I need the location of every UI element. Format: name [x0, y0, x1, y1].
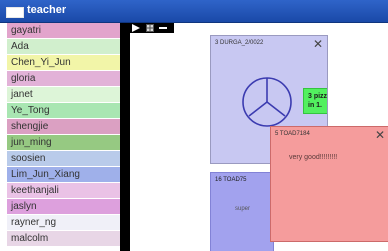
note-header: 5 TOAD7184 — [275, 131, 310, 137]
student-name[interactable]: Lim_Jun_Xiang — [7, 167, 120, 183]
minimize-icon[interactable] — [159, 24, 167, 32]
note-body: super — [235, 206, 251, 212]
student-name[interactable]: gloria — [7, 71, 120, 87]
student-name[interactable]: Chen_Yi_Jun — [7, 55, 120, 71]
workspace-toolbar — [129, 23, 174, 33]
window-icon — [6, 7, 24, 18]
student-name[interactable]: soosien — [7, 151, 120, 167]
note-card-pink[interactable]: 5 TOAD7184 ✕ very good!!!!!!!!! — [270, 126, 388, 242]
student-name[interactable]: jaslyn — [7, 199, 120, 215]
student-name[interactable]: janet — [7, 87, 120, 103]
title-bar[interactable]: teacher — [0, 0, 388, 23]
student-name[interactable]: Ada — [7, 39, 120, 55]
close-icon[interactable]: ✕ — [375, 129, 385, 141]
student-name[interactable]: malcolm — [7, 231, 120, 247]
window-title: teacher — [27, 4, 67, 16]
app-window: teacher gayatri Ada Chen_Yi_Jun gloria j… — [0, 0, 388, 251]
note-label: 3 pizzas in 1. — [303, 88, 327, 114]
pointer-arrow-icon[interactable] — [132, 24, 140, 32]
student-name[interactable]: jun_ming — [7, 135, 120, 151]
note-card-blue[interactable]: 16 TOAD75 super — [210, 172, 274, 251]
student-name[interactable]: shengjie — [7, 119, 120, 135]
student-list[interactable]: gayatri Ada Chen_Yi_Jun gloria janet Ye_… — [7, 23, 121, 251]
student-name[interactable]: gayatri — [7, 23, 120, 39]
student-name[interactable]: rayner_ng — [7, 215, 120, 231]
close-icon[interactable]: ✕ — [313, 38, 323, 50]
note-body: very good!!!!!!!!! — [289, 154, 338, 161]
student-name[interactable]: keethanjali — [7, 183, 120, 199]
note-header: 3 DURGA_2/0022 — [215, 40, 264, 46]
note-header: 16 TOAD75 — [215, 177, 247, 183]
student-name[interactable]: Ye_Tong — [7, 103, 120, 119]
grid-icon[interactable] — [146, 24, 154, 32]
pie-chart-drawing — [242, 77, 292, 127]
divider-bar — [120, 23, 130, 251]
